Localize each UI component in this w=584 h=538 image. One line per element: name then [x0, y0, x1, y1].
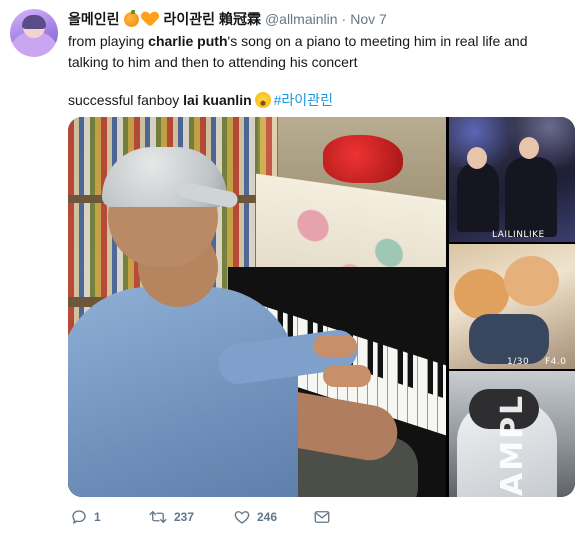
text-pre-fanboy: successful fanboy	[68, 92, 184, 108]
media-photo-3[interactable]: 1/30 F4.0	[449, 244, 575, 369]
media-grid: LAILINLIKE 1/30 F4.0 AMPL	[68, 117, 575, 497]
media-photo-4[interactable]: AMPL	[449, 371, 575, 497]
separator-dot: ·	[341, 11, 347, 27]
hand	[313, 335, 357, 357]
author-name[interactable]: 올메인린	[68, 9, 120, 29]
text-bold-charlie-puth: charlie puth	[148, 33, 228, 49]
tweet-text-line-3: successful fanboy lai kuanlin #라이관린	[68, 90, 333, 111]
retweet-count: 237	[174, 510, 195, 524]
tweet-text-line-2: talking to him and then to attending his…	[68, 54, 358, 70]
author-name-suffix[interactable]: 라이관린 賴冠霖	[164, 9, 261, 29]
orange-emoji-icon	[123, 9, 139, 27]
orange-heart-icon	[142, 11, 158, 27]
media-photo-piano[interactable]	[68, 117, 446, 497]
text-mid: 's song on a piano to meeting him in rea…	[227, 33, 528, 49]
avatar-hair	[22, 15, 46, 29]
avatar[interactable]	[10, 9, 58, 57]
tweet-date[interactable]: Nov 7	[350, 11, 387, 27]
retweet-icon	[149, 510, 167, 524]
hair	[504, 256, 559, 306]
hand	[323, 365, 371, 387]
direct-message-button[interactable]	[313, 508, 331, 526]
tweet-actions: 1 237 246	[68, 508, 368, 532]
face	[467, 147, 487, 169]
text-bold-lai-kuanlin: lai kuanlin	[183, 92, 252, 108]
person	[457, 162, 499, 232]
photo-counter: 1/30	[507, 357, 530, 367]
hair	[454, 269, 509, 319]
hashtag-link[interactable]: #라이관린	[274, 92, 333, 108]
tweet-header: 올메인린 라이관린 賴冠霖 @allmainlin · Nov 7	[68, 9, 387, 29]
reply-icon	[72, 510, 86, 524]
person	[505, 157, 557, 237]
face-with-tears-of-joy-icon	[254, 92, 271, 108]
retweet-button[interactable]: 237	[148, 508, 194, 526]
shirt	[68, 287, 298, 497]
red-toy	[323, 135, 403, 183]
reply-button[interactable]: 1	[70, 508, 101, 526]
author-handle[interactable]: @allmainlin	[265, 11, 338, 27]
face	[519, 137, 539, 159]
envelope-icon	[314, 511, 330, 523]
tweet-text-line-1: from playing charlie puth's song on a pi…	[68, 31, 527, 52]
text-pre: from playing	[68, 33, 149, 49]
tweet: 올메인린 라이관린 賴冠霖 @allmainlin · Nov 7 from p…	[0, 0, 584, 538]
photo-aperture: F4.0	[545, 357, 567, 367]
photo-watermark-ampl: AMPL	[495, 393, 530, 496]
reply-count: 1	[94, 510, 101, 524]
photo-watermark-lailinlike: LAILINLIKE	[492, 230, 545, 240]
like-count: 246	[257, 510, 278, 524]
like-button[interactable]: 246	[233, 508, 277, 526]
media-photo-2[interactable]: LAILINLIKE	[449, 117, 575, 242]
heart-icon	[234, 511, 250, 524]
